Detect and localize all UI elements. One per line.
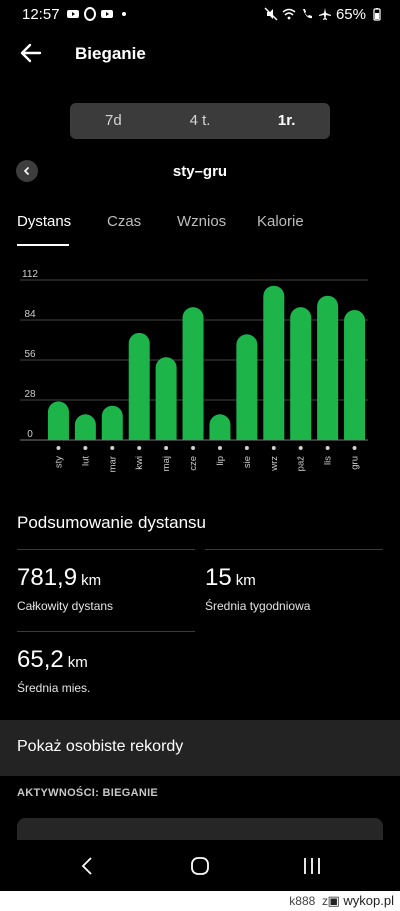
x-tick-dot <box>352 446 357 450</box>
watermark-logo: ▣ wykop.pl <box>327 893 394 908</box>
x-tick-label: kwi <box>134 456 145 470</box>
x-tick-dot <box>137 446 142 450</box>
total-distance-label: Całkowity dystans <box>17 599 114 613</box>
bar-kwi <box>128 332 150 440</box>
y-tick-label: 84 <box>24 309 36 320</box>
personal-records-label: Pokaż osobiste rekordy <box>17 738 184 755</box>
x-tick-label: gru <box>350 456 361 470</box>
x-tick-label: wrz <box>269 456 280 472</box>
active-tab-indicator <box>17 244 69 246</box>
youtube-icon <box>66 10 79 18</box>
tab-kalorie[interactable]: Kalorie <box>257 213 304 230</box>
app-bar: Bieganie <box>0 36 400 72</box>
bar-lip <box>209 414 231 440</box>
tab-dystans[interactable]: Dystans <box>17 213 71 230</box>
bar-gru <box>344 310 366 440</box>
x-tick-dot <box>83 446 88 450</box>
notification-icons <box>66 7 131 21</box>
weekly-average-value: 15 km <box>205 564 256 591</box>
nav-back-icon[interactable] <box>76 854 100 878</box>
nav-home-icon[interactable] <box>188 854 212 878</box>
status-bar: 12:57 65% <box>0 0 400 28</box>
wifi-call-icon <box>302 9 312 19</box>
page-title: Bieganie <box>75 44 146 63</box>
bar-mar <box>101 405 123 440</box>
mute-icon <box>264 7 278 21</box>
x-tick-dot <box>298 446 303 450</box>
total-distance-value: 781,9 km <box>17 564 102 591</box>
tab-czas[interactable]: Czas <box>107 213 141 230</box>
distance-bar-chart: 0 28 56 84 112 sty lut mar kwi maj cze lip sie wrz paź… <box>20 270 368 472</box>
bar-cze <box>182 307 204 440</box>
activities-section-label: AKTYWNOŚCI: BIEGANIE <box>17 787 159 799</box>
bar-lis <box>317 295 339 440</box>
bar-lut <box>74 414 96 440</box>
back-arrow-icon[interactable] <box>18 40 44 66</box>
x-tick-dot <box>271 446 276 450</box>
x-tick-label: sie <box>242 456 253 468</box>
monthly-average-value: 65,2 km <box>17 646 88 673</box>
dot-icon <box>121 12 126 16</box>
y-tick-label: 56 <box>24 349 36 360</box>
period-label: sty–gru <box>172 163 228 180</box>
range-option-1y[interactable]: 1r. <box>243 103 330 139</box>
x-tick-label: sty <box>53 456 64 468</box>
weekly-average-label: Średnia tygodniowa <box>205 599 311 613</box>
range-selector: 7d 4 t. 1r. <box>70 103 330 139</box>
x-tick-label: lip <box>215 456 226 466</box>
y-tick-label: 112 <box>22 270 38 280</box>
y-tick-label: 28 <box>24 389 36 400</box>
bar-sie <box>236 334 258 440</box>
divider <box>17 631 195 632</box>
x-tick-dot <box>217 446 222 450</box>
bar-wrz <box>263 285 285 440</box>
tab-wznios[interactable]: Wznios <box>177 213 226 230</box>
airplane-icon <box>318 8 331 20</box>
monthly-average-label: Średnia mies. <box>17 681 91 695</box>
x-tick-dot <box>56 446 61 450</box>
range-option-7d[interactable]: 7d <box>70 103 157 139</box>
x-tick-dot <box>325 446 330 450</box>
status-time: 12:57 <box>22 5 60 23</box>
battery-icon <box>373 8 381 21</box>
x-tick-label: cze <box>188 456 199 471</box>
divider <box>205 549 383 550</box>
bar-sty <box>47 401 69 440</box>
divider <box>17 549 195 550</box>
range-option-4w[interactable]: 4 t. <box>157 103 244 139</box>
watermark: k888 z ▣ wykop.pl <box>0 891 400 911</box>
x-tick-dot <box>164 446 169 450</box>
personal-records-button[interactable]: Pokaż osobiste rekordy <box>0 720 400 776</box>
system-nav-bar <box>0 840 400 891</box>
wifi-icon <box>282 8 296 20</box>
opera-icon <box>83 7 96 21</box>
x-tick-label: maj <box>161 456 172 471</box>
status-right: 65% <box>264 6 384 23</box>
x-tick-dot <box>244 446 249 450</box>
x-tick-label: lut <box>80 456 91 466</box>
x-tick-label: lis <box>323 456 334 465</box>
metric-tabs: Dystans Czas Wznios Kalorie <box>17 213 400 249</box>
x-tick-dot <box>110 446 115 450</box>
app-screen: 12:57 65% Bieganie 7d 4 t. 1r. sty–gru D… <box>0 0 400 891</box>
x-tick-label: paź <box>296 456 307 472</box>
x-tick-dot <box>191 446 196 450</box>
bar-maj <box>155 357 177 440</box>
youtube-icon <box>100 10 113 18</box>
battery-percent: 65% <box>335 5 366 23</box>
bar-paź <box>290 307 312 440</box>
y-tick-label: 0 <box>27 429 33 440</box>
watermark-user: k888 z <box>289 894 328 908</box>
x-tick-label: mar <box>107 456 118 472</box>
summary-title: Podsumowanie dystansu <box>17 513 207 532</box>
nav-recents-icon[interactable] <box>300 854 324 878</box>
